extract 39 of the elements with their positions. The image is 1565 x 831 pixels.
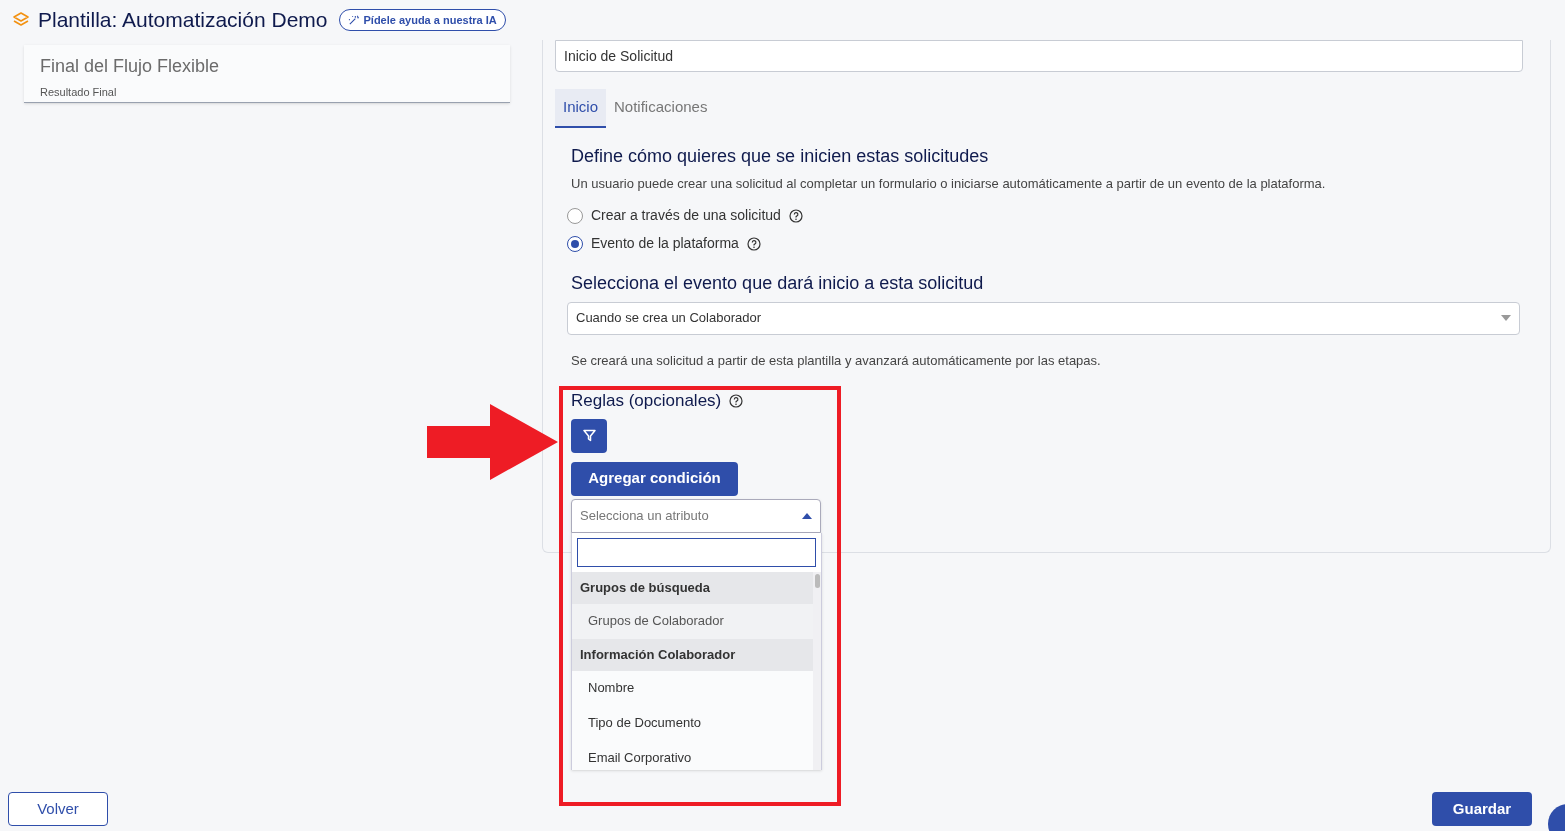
stage-name-field[interactable]: Inicio de Solicitud	[555, 40, 1523, 72]
caret-up-icon	[802, 512, 812, 519]
event-select[interactable]: Cuando se crea un Colaborador	[567, 301, 1520, 335]
rules-heading: Reglas (opcionales)	[571, 390, 722, 412]
dropdown-option[interactable]: Email Corporativo	[572, 740, 813, 770]
filter-button[interactable]	[571, 418, 607, 453]
save-button[interactable]: Guardar	[1432, 792, 1532, 826]
layers-icon	[12, 11, 30, 29]
magic-wand-icon	[348, 14, 360, 26]
event-note: Se creará una solicitud a partir de esta plantilla y avanzará automáticamente por las etapas.	[571, 351, 1102, 370]
help-icon[interactable]	[729, 393, 744, 408]
radio-label: Crear a través de una solicitud	[591, 206, 781, 225]
section-heading: Define cómo quieres que se inicien estas solicitudes	[571, 145, 990, 168]
radio-label: Evento de la plataforma	[591, 234, 739, 253]
section-description: Un usuario puede crear una solicitud al completar un formulario o iniciarse automáticamente a partir de un evento de la plataforma.	[571, 175, 1327, 193]
caret-down-icon	[1501, 315, 1511, 321]
attribute-select[interactable]: Selecciona un atributo	[571, 498, 821, 533]
add-condition-button[interactable]: Agregar condición	[571, 461, 738, 496]
radio-button[interactable]	[567, 207, 583, 224]
ai-help-button[interactable]: Pídele ayuda a nuestra IA	[339, 9, 506, 31]
help-icon[interactable]	[788, 208, 803, 223]
attribute-search-field[interactable]	[577, 537, 816, 567]
stage-title: Final del Flujo Flexible	[40, 55, 221, 78]
page-title: Plantilla: Automatización Demo	[38, 7, 328, 34]
option-group-header: Información Colaborador	[572, 638, 813, 671]
radio-button[interactable]	[567, 235, 583, 252]
tab[interactable]: Inicio	[555, 89, 607, 128]
filter-icon	[582, 429, 596, 442]
back-button[interactable]: Volver	[8, 792, 108, 826]
tab[interactable]: Notificaciones	[606, 89, 716, 128]
stage-subtitle: Resultado Final	[40, 85, 118, 100]
option-group-header: Grupos de búsqueda	[572, 571, 813, 604]
section-heading: Selecciona el evento que dará inicio a esta solicitud	[571, 271, 985, 295]
scrollbar[interactable]	[813, 571, 821, 770]
stage-card[interactable]: Final del Flujo Flexible Resultado Final	[24, 45, 510, 103]
dropdown-option[interactable]: Nombre	[572, 670, 813, 706]
dropdown-option[interactable]: Grupos de Colaborador	[572, 603, 813, 639]
help-icon[interactable]	[746, 236, 761, 251]
dropdown-option[interactable]: Tipo de Documento	[572, 705, 813, 741]
